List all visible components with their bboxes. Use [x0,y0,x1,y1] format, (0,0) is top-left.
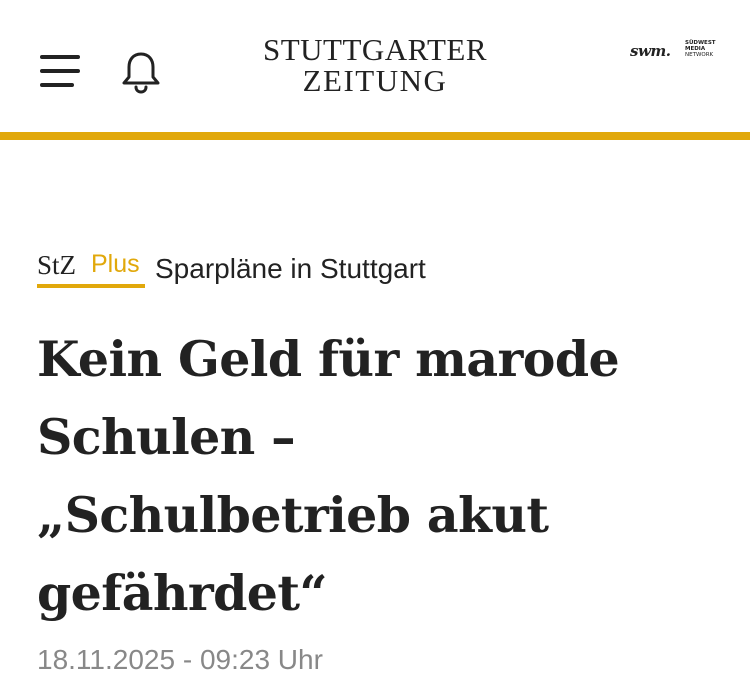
logo-line-1: STUTTGARTER [262,32,488,67]
hamburger-menu-icon[interactable] [40,53,80,89]
logo-line-2: ZEITUNG [302,63,448,98]
article-headline: Kein Geld für marode Schulen – „Schulbet… [37,320,727,632]
article-date: 18.11.2025 - 09:23 Uhr [37,644,323,675]
site-header: STUTTGARTER ZEITUNG swm. SÜDWEST MEDIA N… [0,0,750,132]
headline-line: „Schulbetrieb akut [37,486,549,544]
partner-logo[interactable]: swm. SÜDWEST MEDIA NETWORK [630,40,720,64]
headline-line: Kein Geld für marode [37,330,620,388]
partner-mark: swm. [630,42,671,60]
header-accent-bar [0,132,750,140]
site-logo[interactable]: STUTTGARTER ZEITUNG [225,34,525,96]
bell-icon[interactable] [120,50,162,94]
headline-line: Schulen – [37,408,296,466]
stz-badge-label: StZ [37,250,77,280]
partner-network-label: SÜDWEST MEDIA NETWORK [685,40,716,58]
plus-badge-label: Plus [91,250,140,278]
headline-line: gefährdet“ [37,564,328,622]
kicker-text: Sparpläne in Stuttgart [155,253,426,284]
stz-plus-badge[interactable]: StZ Plus [37,248,145,288]
article-kicker: StZ Plus Sparpläne in Stuttgart [37,248,637,288]
